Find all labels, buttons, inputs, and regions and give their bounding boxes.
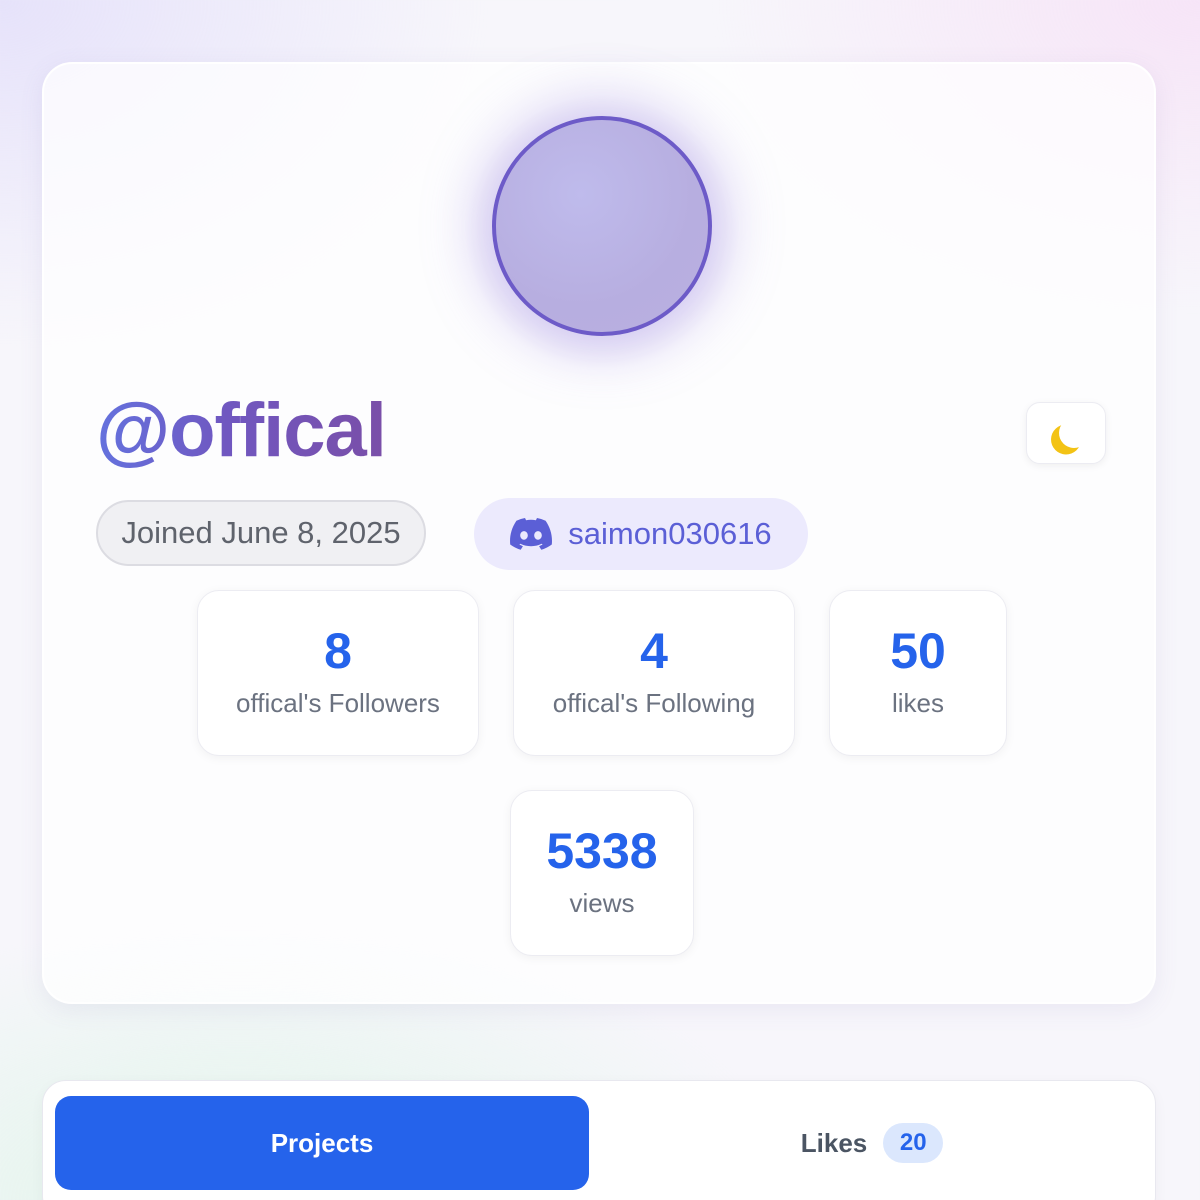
likes-label: likes (891, 688, 944, 718)
joined-date-badge: Joined June 8, 2025 (96, 500, 426, 566)
followers-label: offical's Followers (236, 688, 440, 718)
moon-icon (1057, 416, 1092, 451)
profile-card: @offical Joined June 8, 2025 saimon03061… (42, 62, 1156, 1004)
likes-count-badge: 20 (883, 1123, 944, 1163)
likes-count: 50 (890, 623, 946, 679)
tab-projects[interactable]: Projects (55, 1096, 589, 1190)
views-label: views (569, 888, 635, 918)
avatar[interactable] (492, 116, 712, 336)
tab-likes[interactable]: Likes 20 (599, 1096, 1145, 1190)
tab-projects-label: Projects (270, 1127, 374, 1158)
discord-handle: saimon030616 (568, 516, 772, 551)
joined-date-text: Joined June 8, 2025 (121, 515, 401, 550)
username-heading: @offical (96, 386, 387, 476)
discord-link[interactable]: saimon030616 (474, 498, 808, 570)
followers-stat[interactable]: 8 offical's Followers (197, 590, 479, 756)
following-stat[interactable]: 4 offical's Following (513, 590, 795, 756)
profile-tabs: Projects Likes 20 (42, 1080, 1156, 1200)
discord-icon (510, 518, 553, 550)
likes-stat: 50 likes (829, 590, 1007, 756)
following-count: 4 (640, 623, 668, 679)
followers-count: 8 (324, 623, 352, 679)
views-count: 5338 (546, 823, 658, 879)
tab-likes-label: Likes (800, 1127, 868, 1158)
views-stat: 5338 views (510, 790, 694, 956)
following-label: offical's Following (552, 688, 756, 718)
theme-toggle-button[interactable] (1026, 402, 1106, 464)
